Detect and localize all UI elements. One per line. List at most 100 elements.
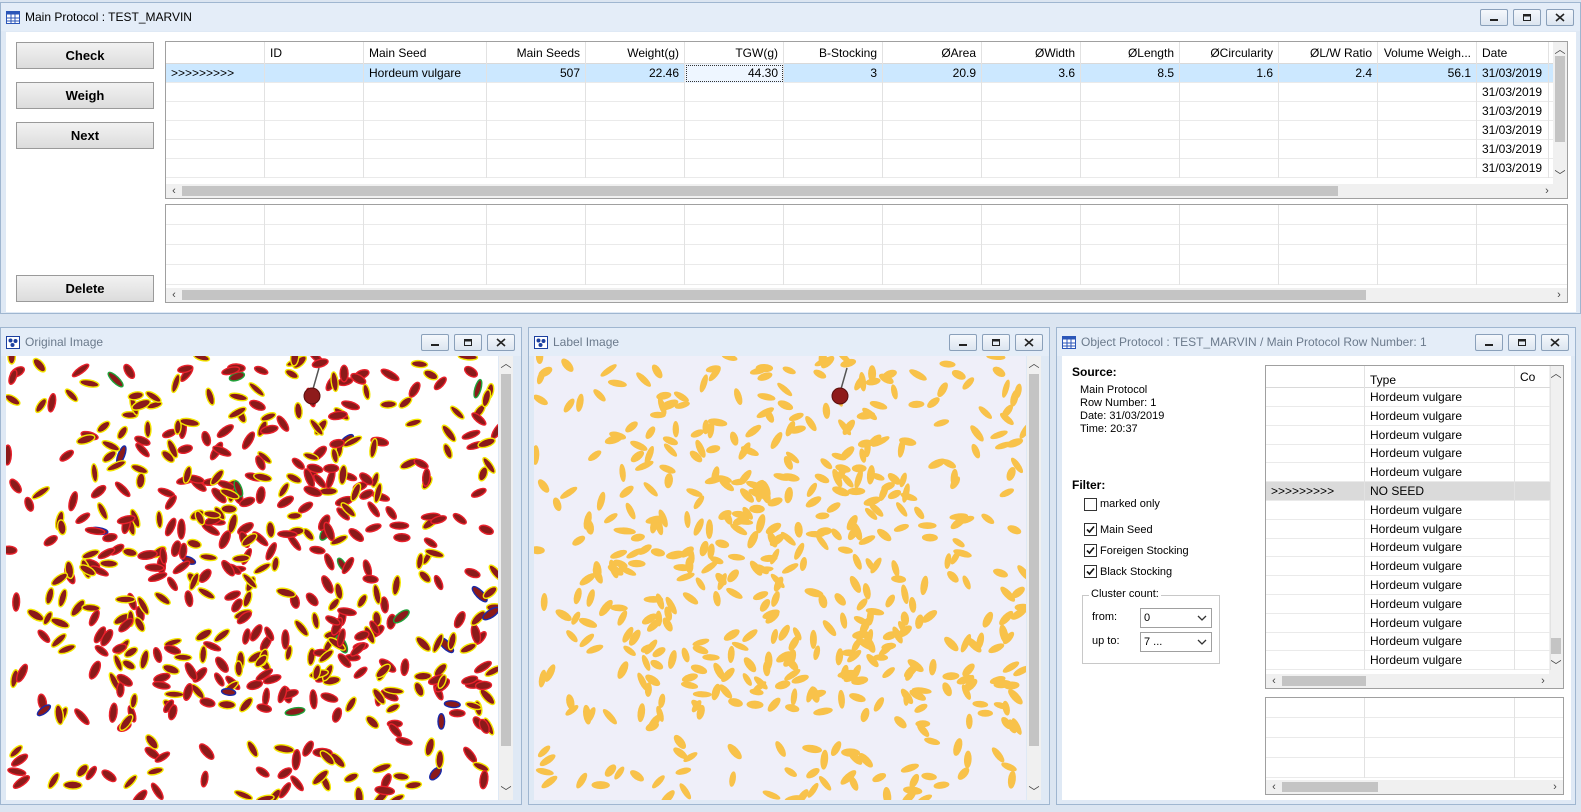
cell-type[interactable]: Hordeum vulgare [1365, 406, 1515, 426]
cell-row-marker[interactable] [1266, 388, 1365, 407]
cell-co[interactable] [1515, 594, 1551, 614]
cell-row-marker[interactable] [1266, 500, 1365, 520]
cluster-from-select[interactable]: 0 [1140, 608, 1212, 628]
table-row[interactable]: >>>>>>>>> Hordeum vulgare 507 22.46 44.30 3 20… [166, 64, 1553, 83]
column-header-tgw[interactable]: TGW(g) [685, 42, 784, 64]
empty-cell[interactable] [1081, 205, 1180, 225]
cell-circularity[interactable]: 1.6 [1180, 64, 1279, 83]
empty-cell[interactable] [883, 265, 982, 285]
empty-cell[interactable] [364, 205, 487, 225]
cell-row-marker[interactable] [166, 140, 265, 159]
cell-main-seeds[interactable] [487, 159, 586, 178]
cell-row-marker[interactable]: >>>>>>>>> [166, 64, 265, 83]
main-grid-hscrollbar[interactable]: ‹ › [166, 184, 1567, 198]
seed[interactable] [643, 596, 664, 603]
cell-type[interactable]: Hordeum vulgare [1365, 425, 1515, 445]
column-header-type[interactable]: Type [1365, 366, 1515, 388]
label-seed-image[interactable] [534, 356, 1026, 800]
empty-cell[interactable] [364, 265, 487, 285]
list-item[interactable]: Hordeum vulgare [1266, 576, 1551, 595]
empty-cell[interactable] [883, 225, 982, 245]
seed[interactable] [281, 629, 290, 650]
cell-volume-weight[interactable] [1378, 83, 1477, 102]
cell-co[interactable] [1515, 538, 1551, 558]
scrollbar-thumb[interactable] [182, 186, 1338, 196]
empty-cell[interactable] [1515, 758, 1563, 778]
cell-co[interactable] [1515, 388, 1551, 407]
cell-area[interactable] [883, 102, 982, 121]
seed[interactable] [143, 420, 152, 439]
object-protocol-grid[interactable]: ︿ ﹀ ‹ › Type Co Hordeum vulgare Hordeum vul… [1265, 365, 1564, 689]
empty-cell[interactable] [265, 225, 364, 245]
empty-cell[interactable] [685, 225, 784, 245]
scroll-right-icon[interactable]: › [1541, 185, 1553, 197]
empty-cell[interactable] [1515, 738, 1563, 758]
cell-row-marker[interactable] [1266, 519, 1365, 539]
column-header-weight[interactable]: Weight(g) [586, 42, 685, 64]
empty-cell[interactable] [1365, 698, 1515, 718]
seed[interactable] [277, 530, 298, 539]
cell-co[interactable] [1515, 557, 1551, 577]
seed[interactable] [62, 780, 83, 790]
seed[interactable] [389, 521, 410, 530]
cell-circularity[interactable] [1180, 121, 1279, 140]
cell-type[interactable]: Hordeum vulgare [1365, 444, 1515, 464]
empty-cell[interactable] [166, 205, 265, 225]
cell-lw-ratio[interactable] [1279, 121, 1378, 140]
empty-cell[interactable] [1180, 245, 1279, 265]
seed[interactable] [379, 400, 398, 409]
column-header-id[interactable]: ID [265, 42, 364, 64]
seed[interactable] [7, 356, 17, 365]
cell-width[interactable] [982, 83, 1081, 102]
cell-main-seeds[interactable]: 507 [487, 64, 586, 83]
cell-width[interactable] [982, 140, 1081, 159]
table-row[interactable]: 31/03/2019 [166, 83, 1553, 102]
cluster-upto-select[interactable]: 7 ... [1140, 632, 1212, 652]
cell-tgw[interactable] [685, 83, 784, 102]
empty-cell[interactable] [1180, 265, 1279, 285]
scroll-up-icon[interactable]: ︿ [1554, 44, 1566, 56]
list-item[interactable]: Hordeum vulgare [1266, 651, 1551, 671]
empty-cell[interactable] [784, 225, 883, 245]
close-button[interactable] [1541, 334, 1569, 351]
scroll-right-icon[interactable]: › [1549, 781, 1561, 793]
seed[interactable] [12, 592, 21, 612]
seed[interactable] [965, 713, 973, 730]
empty-cell[interactable] [685, 245, 784, 265]
cell-area[interactable] [883, 159, 982, 178]
table-row[interactable] [166, 245, 1567, 265]
cell-circularity[interactable] [1180, 159, 1279, 178]
table-row[interactable]: 31/03/2019 [166, 159, 1553, 178]
original-image-vscrollbar[interactable]: ︿ ﹀ [499, 356, 513, 800]
cell-type[interactable]: NO SEED [1365, 482, 1515, 501]
cell-type[interactable]: Hordeum vulgare [1365, 519, 1515, 539]
seed[interactable] [164, 690, 185, 699]
cell-row-marker[interactable] [1266, 425, 1365, 445]
seed[interactable] [393, 532, 411, 543]
cell-date[interactable]: 31/03/2019 [1477, 140, 1549, 159]
original-seed-image[interactable] [6, 356, 498, 800]
cell-length[interactable] [1081, 121, 1180, 140]
seed[interactable] [474, 680, 493, 691]
cell-length[interactable] [1081, 83, 1180, 102]
cell-row-marker[interactable] [166, 159, 265, 178]
cell-main-seeds[interactable] [487, 140, 586, 159]
cell-row-marker[interactable] [1266, 632, 1365, 652]
cell-type[interactable]: Hordeum vulgare [1365, 557, 1515, 577]
cell-length[interactable] [1081, 159, 1180, 178]
scroll-down-icon[interactable]: ﹀ [1028, 786, 1040, 798]
list-item[interactable]: >>>>>>>>> NO SEED [1266, 482, 1551, 501]
cell-volume-weight[interactable] [1378, 140, 1477, 159]
table-row[interactable] [1266, 718, 1563, 738]
seed[interactable] [177, 518, 186, 540]
column-header-circularity[interactable]: ØCircularity [1180, 42, 1279, 64]
cell-co[interactable] [1515, 444, 1551, 464]
empty-cell[interactable] [487, 245, 586, 265]
cell-date[interactable]: 31/03/2019 [1477, 64, 1549, 83]
cell-volume-weight[interactable]: 56.1 [1378, 64, 1477, 83]
cell-area[interactable] [883, 121, 982, 140]
cell-type[interactable]: Hordeum vulgare [1365, 632, 1515, 652]
scroll-right-icon[interactable]: › [1553, 289, 1565, 301]
cell-co[interactable] [1515, 651, 1551, 671]
cell-id[interactable] [265, 102, 364, 121]
